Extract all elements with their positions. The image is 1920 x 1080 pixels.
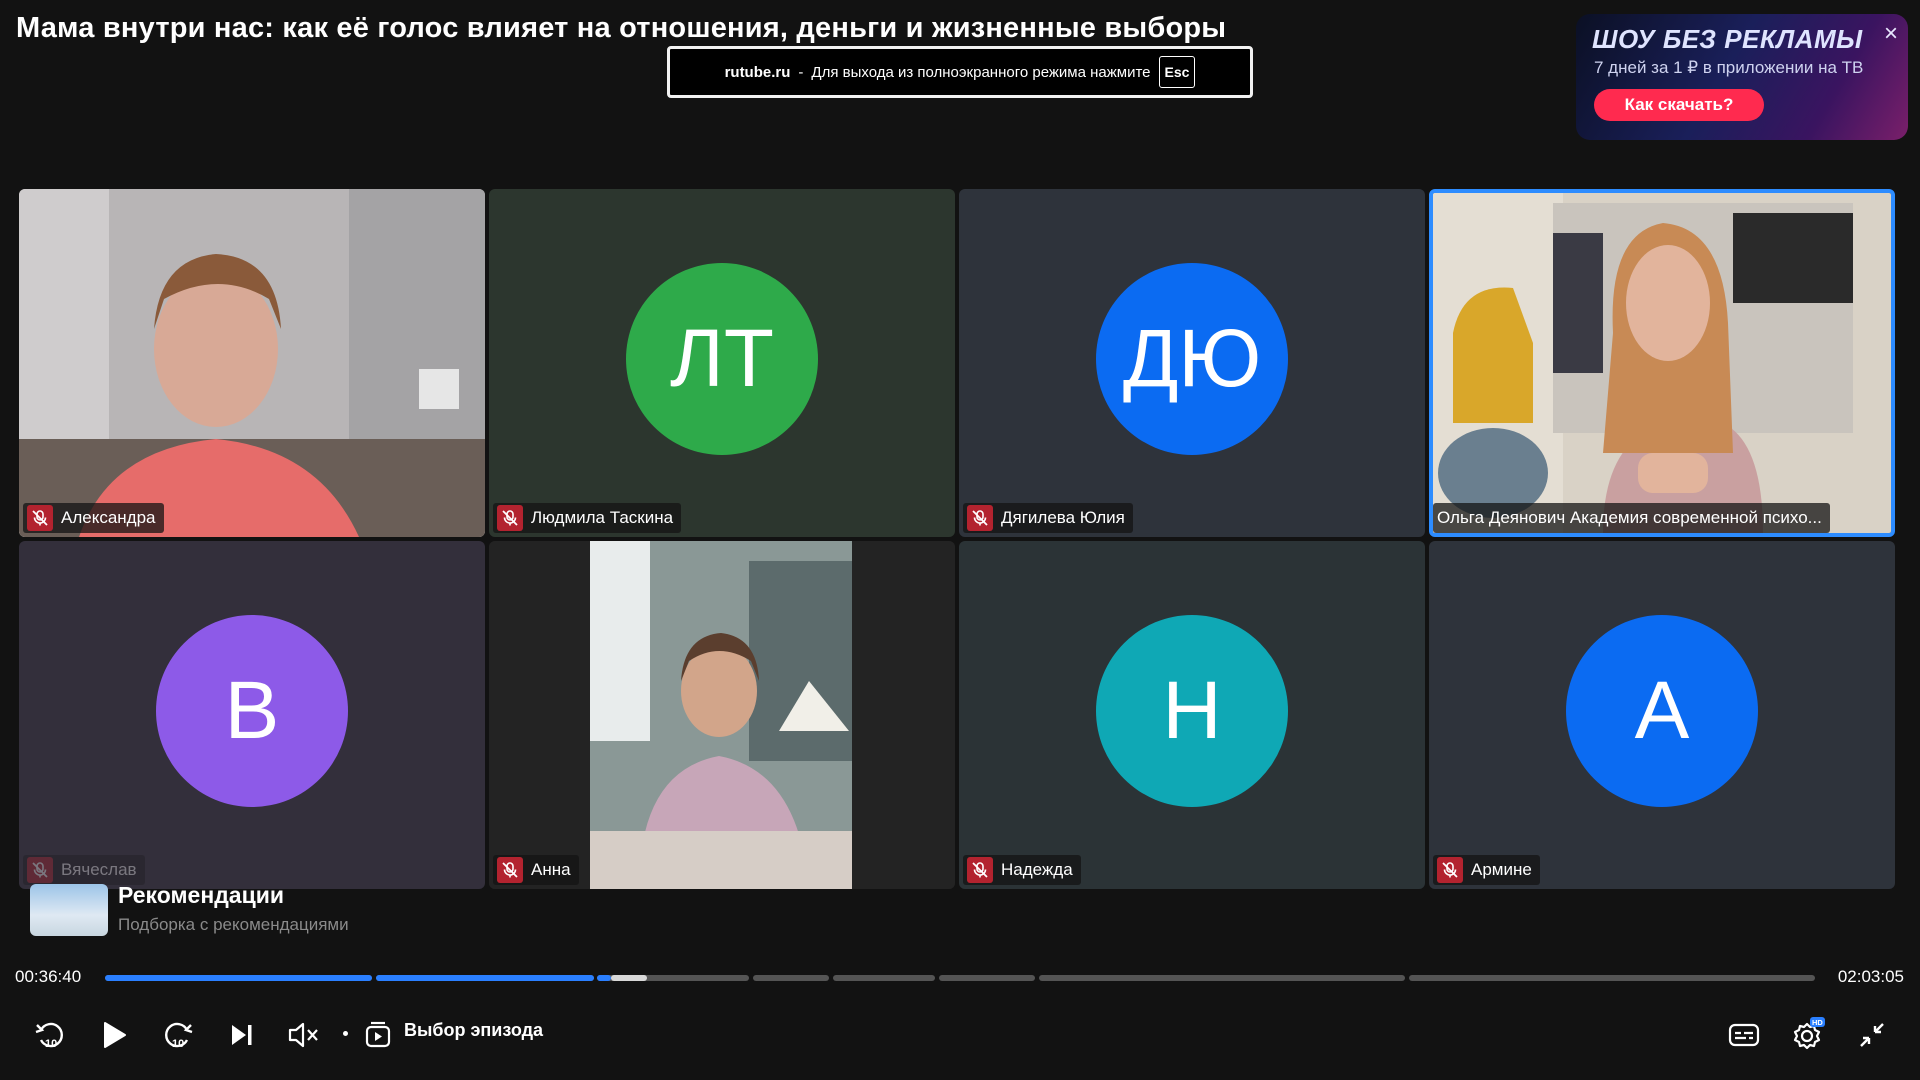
participant-avatar: В <box>156 615 348 807</box>
svg-text:HD: HD <box>1812 1018 1823 1027</box>
progress-chapter[interactable] <box>376 975 594 981</box>
participant-name: Дягилева Юлия <box>1001 508 1125 527</box>
site-name: rutube.ru <box>724 63 791 81</box>
forward-icon: 10 <box>165 1022 193 1050</box>
participant-tile: Анна <box>489 541 955 889</box>
progress-bar[interactable] <box>105 975 1815 981</box>
recommendations-subtitle: Подборка с рекомендациями <box>118 915 349 934</box>
participant-avatar: Н <box>1096 615 1288 807</box>
participant-name: Армине <box>1471 860 1532 879</box>
participant-avatar: ДЮ <box>1096 263 1288 455</box>
svg-text:10: 10 <box>45 1038 57 1050</box>
mic-muted-icon <box>27 505 53 531</box>
play-icon <box>104 1022 126 1048</box>
skip-next-icon <box>232 1025 252 1045</box>
episodes-icon <box>365 1021 391 1048</box>
participant-name: Надежда <box>1001 860 1073 879</box>
episode-label[interactable]: Выбор эпизода <box>404 1020 543 1041</box>
progress-chapter[interactable] <box>939 975 1035 981</box>
participant-tile: Александра <box>19 189 485 537</box>
settings-button[interactable]: HD <box>1788 1012 1828 1056</box>
video-title: Мама внутри нас: как её голос влияет на … <box>16 12 1227 44</box>
subtitles-icon <box>1728 1023 1760 1047</box>
progress-chapter[interactable] <box>1039 975 1405 981</box>
participant-nameplate: Армине <box>1433 855 1540 885</box>
participant-grid: Александра ЛТ Людмила Таскина ДЮ Дягилев… <box>19 189 1895 889</box>
participant-tile: ЛТ Людмила Таскина <box>489 189 955 537</box>
participant-avatar: ЛТ <box>626 263 818 455</box>
mute-button[interactable] <box>284 1015 324 1055</box>
play-button[interactable] <box>94 1015 134 1055</box>
fullscreen-notice: rutube.ru - Для выхода из полноэкранного… <box>667 46 1253 98</box>
participant-nameplate: Дягилева Юлия <box>963 503 1133 533</box>
participant-nameplate: Надежда <box>963 855 1081 885</box>
participant-video <box>19 189 485 537</box>
participant-video <box>489 541 955 889</box>
participant-name: Ольга Деянович Академия современной псих… <box>1437 508 1822 527</box>
progress-chapter[interactable] <box>833 975 935 981</box>
participant-name: Вячеслав <box>61 860 137 879</box>
participant-name: Александра <box>61 508 156 527</box>
subtitles-button[interactable] <box>1724 1015 1764 1055</box>
progress-chapter[interactable] <box>1409 975 1815 981</box>
recommendations-thumbnail <box>30 884 108 936</box>
rewind-icon: 10 <box>35 1022 63 1050</box>
progress-chapter[interactable] <box>597 975 749 981</box>
participant-avatar: А <box>1566 615 1758 807</box>
participant-video <box>1433 193 1891 533</box>
mic-muted-icon <box>967 857 993 883</box>
esc-key: Esc <box>1158 56 1196 88</box>
gear-icon: HD <box>1793 1017 1825 1050</box>
mic-muted-icon <box>967 505 993 531</box>
progress-chapter[interactable] <box>105 975 372 981</box>
ad-download-button[interactable]: Как скачать? <box>1594 89 1764 121</box>
volume-muted-icon <box>288 1022 318 1048</box>
svg-text:10: 10 <box>172 1038 184 1050</box>
exit-fullscreen-icon <box>1860 1023 1884 1047</box>
notice-message: Для выхода из полноэкранного режима нажм… <box>811 63 1151 81</box>
forward-10-button[interactable]: 10 <box>158 1015 198 1055</box>
mic-muted-icon <box>497 857 523 883</box>
next-button[interactable] <box>222 1015 262 1055</box>
current-time: 00:36:40 <box>15 967 82 986</box>
close-icon[interactable]: × <box>1884 20 1898 48</box>
participant-tile: В Вячеслав <box>19 541 485 889</box>
ad-title: ШОУ БЕЗ РЕКЛАМЫ <box>1592 24 1863 54</box>
recommendations-title: Рекомендации <box>118 882 285 908</box>
mic-muted-icon <box>497 505 523 531</box>
participant-tile: Н Надежда <box>959 541 1425 889</box>
progress-chapter[interactable] <box>753 975 829 981</box>
rewind-10-button[interactable]: 10 <box>30 1015 70 1055</box>
participant-name: Людмила Таскина <box>531 508 674 527</box>
participant-nameplate: Людмила Таскина <box>493 503 682 533</box>
participant-tile: ДЮ Дягилева Юлия <box>959 189 1425 537</box>
participant-nameplate: Александра <box>23 503 164 533</box>
participant-tile-active: Ольга Деянович Академия современной псих… <box>1429 189 1895 537</box>
participant-nameplate: Ольга Деянович Академия современной псих… <box>1433 503 1830 533</box>
participant-name: Анна <box>531 860 571 879</box>
mic-muted-icon <box>1437 857 1463 883</box>
ad-banner[interactable]: ШОУ БЕЗ РЕКЛАМЫ 7 дней за 1 ₽ в приложен… <box>1576 14 1908 140</box>
exit-fullscreen-button[interactable] <box>1852 1015 1892 1055</box>
ad-subtitle: 7 дней за 1 ₽ в приложении на ТВ <box>1594 58 1864 77</box>
recommendations-card[interactable]: Рекомендации Подборка с рекомендациями <box>30 880 390 950</box>
total-time: 02:03:05 <box>1837 967 1904 986</box>
participant-nameplate: Анна <box>493 855 579 885</box>
participant-tile: А Армине <box>1429 541 1895 889</box>
separator-dot <box>343 1031 348 1036</box>
notice-separator: - <box>798 63 804 81</box>
episode-button[interactable] <box>360 1015 396 1055</box>
